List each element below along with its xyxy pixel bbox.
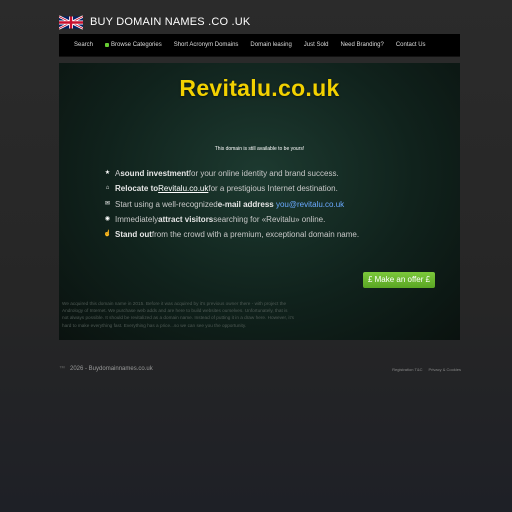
nav-short-acronym-domains[interactable]: Short Acronym Domains (168, 42, 245, 48)
feature-text-post: searching for «Revitalu» online. (213, 215, 326, 225)
site-title[interactable]: BUY DOMAIN NAMES .CO .UK (90, 16, 250, 28)
mail-icon: ✉ (104, 200, 111, 207)
feature-item: ★ A sound investment for your online ide… (103, 166, 359, 181)
feature-item: ☝ Stand out from the crowd with a premiu… (103, 227, 359, 242)
nav-browse-categories[interactable]: Browse Categories (99, 42, 168, 48)
feature-list: ★ A sound investment for your online ide… (103, 166, 359, 242)
feature-item: ◉ Immediately attract visitors searching… (103, 212, 359, 227)
feature-text-pre: Start using a well-recognized (115, 199, 218, 209)
main-nav: Search Browse Categories Short Acronym D… (59, 34, 460, 57)
feature-text-bold: Relocate to (115, 184, 159, 194)
domain-name: Revitalu.co.uk (179, 75, 340, 101)
trademark-mark: ™ (59, 366, 65, 372)
eye-icon: ◉ (104, 216, 111, 223)
nav-domain-leasing[interactable]: Domain leasing (244, 42, 297, 48)
feature-text-bold: sound investment (120, 169, 189, 179)
header: BUY DOMAIN NAMES .CO .UK (59, 12, 250, 32)
home-icon: ⌂ (105, 185, 110, 192)
feature-text-bold: attract visitors (158, 215, 214, 225)
email-link[interactable]: you@revitalu.co.uk (276, 197, 344, 212)
nav-contact-us[interactable]: Contact Us (390, 42, 432, 48)
make-offer-button[interactable]: £ Make an offer £ (363, 272, 435, 288)
feature-item: ⌂ Relocate to Revitalu.co.uk for a prest… (103, 181, 359, 196)
availability-note: This domain is still available to be you… (214, 146, 305, 152)
nav-search[interactable]: Search (59, 42, 99, 48)
nav-just-sold[interactable]: Just Sold (298, 42, 335, 48)
uk-flag-icon[interactable] (59, 14, 83, 30)
footer-links: Registration T&C Privacy & Cookies (392, 367, 461, 372)
star-icon: ★ (104, 170, 111, 177)
domain-panel: Revitalu.co.uk This domain is still avai… (59, 63, 460, 340)
feature-text-pre: Immediately (115, 215, 159, 225)
feature-text-post: from the crowd with a premium, exception… (151, 230, 360, 240)
footer-link-privacy[interactable]: Privacy & Cookies (429, 367, 461, 372)
copyright: ™ 2026 - Buydomainnames.co.uk (59, 366, 153, 372)
footer: ™ 2026 - Buydomainnames.co.uk Registratio… (59, 366, 461, 376)
feature-text-bold: e-mail address (217, 199, 274, 209)
thumbs-up-icon: ☝ (103, 231, 112, 238)
domain-description: We acquired this domain name in 2015. Be… (62, 301, 295, 328)
copyright-text: 2026 - Buydomainnames.co.uk (70, 366, 153, 372)
domain-link[interactable]: Revitalu.co.uk (158, 181, 208, 196)
feature-text-bold: Stand out (115, 230, 152, 240)
nav-browse-categories-label: Browse Categories (111, 42, 162, 48)
feature-text-post: for a prestigious Internet destination. (208, 184, 338, 194)
feature-text-post: for your online identity and brand succe… (188, 169, 339, 179)
feature-item: ✉ Start using a well-recognized e-mail a… (103, 197, 359, 212)
footer-link-registration[interactable]: Registration T&C (392, 367, 422, 372)
leaf-icon (105, 43, 110, 47)
nav-need-branding[interactable]: Need Branding? (334, 42, 389, 48)
